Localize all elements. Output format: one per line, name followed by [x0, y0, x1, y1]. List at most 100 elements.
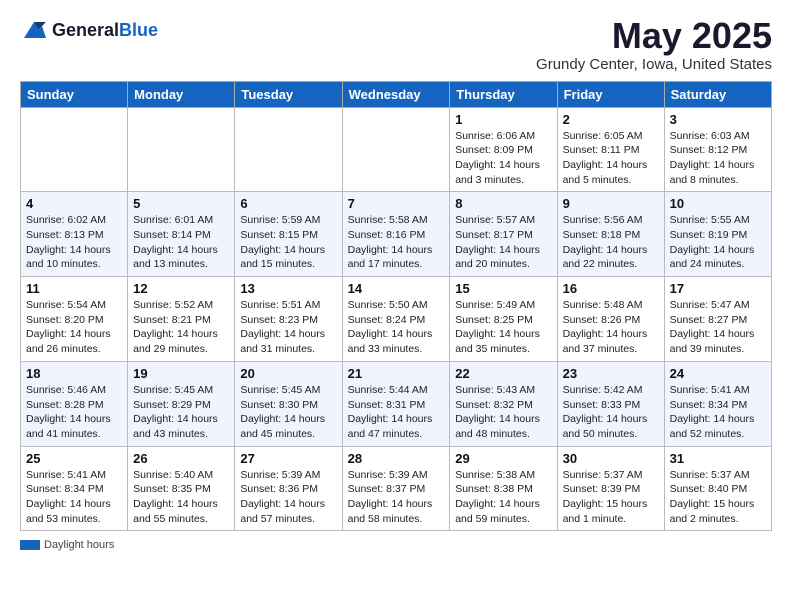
- legend-label: Daylight hours: [44, 539, 114, 551]
- cell-info: Sunrise: 5:56 AM Sunset: 8:18 PM Dayligh…: [563, 213, 659, 272]
- cell-info: Sunrise: 6:05 AM Sunset: 8:11 PM Dayligh…: [563, 129, 659, 188]
- cell-info: Sunrise: 5:47 AM Sunset: 8:27 PM Dayligh…: [670, 298, 766, 357]
- day-number: 18: [26, 366, 122, 381]
- cell-info: Sunrise: 6:02 AM Sunset: 8:13 PM Dayligh…: [26, 213, 122, 272]
- cell-info: Sunrise: 5:39 AM Sunset: 8:37 PM Dayligh…: [348, 468, 445, 527]
- calendar-cell: 28 Sunrise: 5:39 AM Sunset: 8:37 PM Dayli…: [342, 446, 450, 531]
- cell-info: Sunrise: 5:40 AM Sunset: 8:35 PM Dayligh…: [133, 468, 229, 527]
- day-number: 3: [670, 112, 766, 127]
- calendar-cell: 10Sunrise: 5:55 AM Sunset: 8:19 PM Dayli…: [664, 192, 771, 277]
- cell-info: Sunrise: 5:41 AM Sunset: 8:34 PM Dayligh…: [26, 468, 122, 527]
- day-number: 17: [670, 281, 766, 296]
- calendar-week-row: 1 Sunrise: 6:06 AM Sunset: 8:09 PM Daylig…: [21, 107, 772, 192]
- calendar-cell: 18 Sunrise: 5:46 AM Sunset: 8:28 PM Dayli…: [21, 361, 128, 446]
- day-number: 28: [348, 451, 445, 466]
- calendar-cell: 3 Sunrise: 6:03 AM Sunset: 8:12 PM Daylig…: [664, 107, 771, 192]
- calendar-cell: 23Sunrise: 5:42 AM Sunset: 8:33 PM Dayli…: [557, 361, 664, 446]
- legend-bar: [20, 540, 40, 550]
- logo-text-general: General: [52, 20, 119, 41]
- day-number: 4: [26, 196, 122, 211]
- header: GeneralBlue May 2025 Grundy Center, Iowa…: [20, 16, 772, 73]
- day-number: 20: [240, 366, 336, 381]
- day-number: 29: [455, 451, 551, 466]
- calendar-cell: 25 Sunrise: 5:41 AM Sunset: 8:34 PM Dayli…: [21, 446, 128, 531]
- calendar-cell: 26Sunrise: 5:40 AM Sunset: 8:35 PM Dayli…: [128, 446, 235, 531]
- day-number: 12: [133, 281, 229, 296]
- calendar-cell: 22 Sunrise: 5:43 AM Sunset: 8:32 PM Dayli…: [450, 361, 557, 446]
- legend: Daylight hours: [20, 539, 772, 553]
- day-number: 14: [348, 281, 445, 296]
- day-number: 22: [455, 366, 551, 381]
- cell-info: Sunrise: 5:59 AM Sunset: 8:15 PM Dayligh…: [240, 213, 336, 272]
- calendar-cell: [342, 107, 450, 192]
- day-number: 25: [26, 451, 122, 466]
- calendar-cell: 9 Sunrise: 5:56 AM Sunset: 8:18 PM Daylig…: [557, 192, 664, 277]
- cell-info: Sunrise: 5:45 AM Sunset: 8:30 PM Dayligh…: [240, 383, 336, 442]
- cell-info: Sunrise: 5:50 AM Sunset: 8:24 PM Dayligh…: [348, 298, 445, 357]
- calendar-cell: 5 Sunrise: 6:01 AM Sunset: 8:14 PM Daylig…: [128, 192, 235, 277]
- calendar: SundayMondayTuesdayWednesdayThursdayFrid…: [20, 81, 772, 532]
- cell-info: Sunrise: 5:48 AM Sunset: 8:26 PM Dayligh…: [563, 298, 659, 357]
- calendar-cell: 11 Sunrise: 5:54 AM Sunset: 8:20 PM Dayli…: [21, 277, 128, 362]
- cell-info: Sunrise: 6:06 AM Sunset: 8:09 PM Dayligh…: [455, 129, 551, 188]
- cell-info: Sunrise: 5:54 AM Sunset: 8:20 PM Dayligh…: [26, 298, 122, 357]
- calendar-cell: 24 Sunrise: 5:41 AM Sunset: 8:34 PM Dayli…: [664, 361, 771, 446]
- day-number: 8: [455, 196, 551, 211]
- day-number: 10: [670, 196, 766, 211]
- weekday-header: Saturday: [664, 81, 771, 107]
- weekday-header: Wednesday: [342, 81, 450, 107]
- day-number: 6: [240, 196, 336, 211]
- legend-item: Daylight hours: [20, 539, 114, 551]
- weekday-header-row: SundayMondayTuesdayWednesdayThursdayFrid…: [21, 81, 772, 107]
- day-number: 9: [563, 196, 659, 211]
- day-number: 21: [348, 366, 445, 381]
- day-number: 19: [133, 366, 229, 381]
- weekday-header: Monday: [128, 81, 235, 107]
- cell-info: Sunrise: 5:44 AM Sunset: 8:31 PM Dayligh…: [348, 383, 445, 442]
- cell-info: Sunrise: 5:52 AM Sunset: 8:21 PM Dayligh…: [133, 298, 229, 357]
- calendar-cell: [21, 107, 128, 192]
- day-number: 5: [133, 196, 229, 211]
- calendar-cell: [235, 107, 342, 192]
- cell-info: Sunrise: 5:45 AM Sunset: 8:29 PM Dayligh…: [133, 383, 229, 442]
- calendar-cell: [128, 107, 235, 192]
- calendar-cell: 12 Sunrise: 5:52 AM Sunset: 8:21 PM Dayli…: [128, 277, 235, 362]
- cell-info: Sunrise: 5:42 AM Sunset: 8:33 PM Dayligh…: [563, 383, 659, 442]
- calendar-cell: 14 Sunrise: 5:50 AM Sunset: 8:24 PM Dayli…: [342, 277, 450, 362]
- logo-icon: [20, 16, 48, 44]
- weekday-header: Tuesday: [235, 81, 342, 107]
- cell-info: Sunrise: 5:41 AM Sunset: 8:34 PM Dayligh…: [670, 383, 766, 442]
- day-number: 24: [670, 366, 766, 381]
- day-number: 1: [455, 112, 551, 127]
- cell-info: Sunrise: 5:39 AM Sunset: 8:36 PM Dayligh…: [240, 468, 336, 527]
- calendar-cell: 17 Sunrise: 5:47 AM Sunset: 8:27 PM Dayli…: [664, 277, 771, 362]
- day-number: 2: [563, 112, 659, 127]
- calendar-week-row: 18 Sunrise: 5:46 AM Sunset: 8:28 PM Dayli…: [21, 361, 772, 446]
- day-number: 13: [240, 281, 336, 296]
- calendar-cell: 20 Sunrise: 5:45 AM Sunset: 8:30 PM Dayli…: [235, 361, 342, 446]
- calendar-cell: 29 Sunrise: 5:38 AM Sunset: 8:38 PM Dayli…: [450, 446, 557, 531]
- location-title: Grundy Center, Iowa, United States: [536, 56, 772, 73]
- calendar-cell: 31Sunrise: 5:37 AM Sunset: 8:40 PM Dayli…: [664, 446, 771, 531]
- calendar-cell: 4 Sunrise: 6:02 AM Sunset: 8:13 PM Daylig…: [21, 192, 128, 277]
- weekday-header: Thursday: [450, 81, 557, 107]
- cell-info: Sunrise: 5:46 AM Sunset: 8:28 PM Dayligh…: [26, 383, 122, 442]
- calendar-cell: 2 Sunrise: 6:05 AM Sunset: 8:11 PM Daylig…: [557, 107, 664, 192]
- calendar-week-row: 25 Sunrise: 5:41 AM Sunset: 8:34 PM Dayli…: [21, 446, 772, 531]
- logo: GeneralBlue: [20, 16, 158, 44]
- calendar-cell: 19 Sunrise: 5:45 AM Sunset: 8:29 PM Dayli…: [128, 361, 235, 446]
- month-title: May 2025: [536, 16, 772, 56]
- cell-info: Sunrise: 6:01 AM Sunset: 8:14 PM Dayligh…: [133, 213, 229, 272]
- calendar-cell: 6 Sunrise: 5:59 AM Sunset: 8:15 PM Daylig…: [235, 192, 342, 277]
- day-number: 11: [26, 281, 122, 296]
- calendar-cell: 21 Sunrise: 5:44 AM Sunset: 8:31 PM Dayli…: [342, 361, 450, 446]
- logo-text-blue: Blue: [119, 20, 158, 41]
- calendar-cell: 15Sunrise: 5:49 AM Sunset: 8:25 PM Dayli…: [450, 277, 557, 362]
- cell-info: Sunrise: 5:38 AM Sunset: 8:38 PM Dayligh…: [455, 468, 551, 527]
- calendar-week-row: 11 Sunrise: 5:54 AM Sunset: 8:20 PM Dayli…: [21, 277, 772, 362]
- cell-info: Sunrise: 5:43 AM Sunset: 8:32 PM Dayligh…: [455, 383, 551, 442]
- day-number: 31: [670, 451, 766, 466]
- cell-info: Sunrise: 5:37 AM Sunset: 8:39 PM Dayligh…: [563, 468, 659, 527]
- cell-info: Sunrise: 6:03 AM Sunset: 8:12 PM Dayligh…: [670, 129, 766, 188]
- calendar-cell: 13Sunrise: 5:51 AM Sunset: 8:23 PM Dayli…: [235, 277, 342, 362]
